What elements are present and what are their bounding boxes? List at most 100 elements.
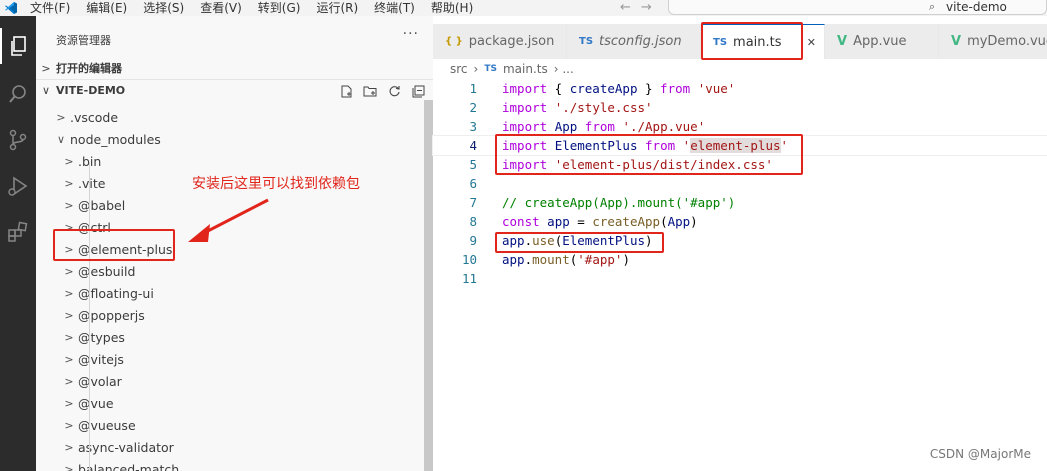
code-token: app (502, 252, 525, 267)
line-number: 1 (469, 81, 477, 96)
tree-item-label: .vite (78, 175, 106, 191)
tree-item-folder[interactable]: > @vitejs (36, 348, 424, 370)
project-actions (337, 80, 427, 102)
vue-file-icon: V (951, 34, 962, 49)
tree-item-label: @esbuild (78, 263, 136, 279)
line-number: 4 (469, 138, 477, 153)
tree-item-folder[interactable]: > .vscode (36, 106, 424, 128)
chevron-right-icon: > (56, 110, 66, 124)
tree-item-folder[interactable]: > @popperjs (36, 304, 424, 326)
tree-item-folder[interactable]: > .bin (36, 150, 424, 172)
tree-item-label: balanced-match (78, 461, 180, 471)
breadcrumb-folder[interactable]: src (450, 62, 468, 76)
menu-item[interactable]: 编辑(E) (78, 0, 135, 16)
tree-item-folder[interactable]: > @volar (36, 370, 424, 392)
tree-item-folder[interactable]: > @esbuild (36, 260, 424, 282)
annotation-box-element-plus (53, 229, 175, 261)
chevron-right-icon: > (64, 308, 74, 322)
extensions-icon[interactable] (0, 214, 36, 250)
code-token: // createApp(App).mount('#app') (502, 195, 736, 210)
menu-item[interactable]: 选择(S) (135, 0, 192, 16)
code-line: 8 const app = createApp(App) (433, 212, 1047, 231)
source-control-icon[interactable] (0, 122, 36, 158)
line-number: 3 (469, 119, 477, 134)
tree-item-label: node_modules (70, 131, 161, 147)
menu-item[interactable]: 终端(T) (366, 0, 423, 16)
tab-mydemo-vue[interactable]: V myDemo.vue (939, 24, 1047, 59)
project-section[interactable]: ∨ VITE-DEMO (36, 79, 433, 101)
line-number: 10 (461, 252, 477, 267)
code-line: 2 import './style.css' (433, 98, 1047, 117)
explorer-title: 资源管理器 (56, 34, 111, 47)
collapse-all-icon[interactable] (409, 82, 427, 100)
tree-item-label: @vitejs (78, 351, 124, 367)
vscode-logo-icon (0, 0, 22, 16)
tree-item-folder[interactable]: > @vueuse (36, 414, 424, 436)
tab-app-vue[interactable]: V App.vue (825, 24, 939, 59)
code-token: from (660, 81, 691, 96)
nav-arrows[interactable]: ←→ (620, 0, 662, 15)
more-actions-icon[interactable]: ··· (403, 26, 419, 42)
menu-items: 文件(F) 编辑(E) 选择(S) 查看(V) 转到(G) 运行(R) 终端(T) 帮助(H) (22, 0, 481, 16)
tree-item-folder[interactable]: > @types (36, 326, 424, 348)
command-center-search[interactable]: ⌕ vite-demo (668, 0, 1047, 15)
code-token: App (667, 214, 691, 229)
breadcrumb-file[interactable]: main.ts (503, 62, 548, 76)
menu-item[interactable]: 帮助(H) (423, 0, 481, 16)
search-icon[interactable] (0, 76, 36, 112)
code-token: mount (532, 252, 570, 267)
breadcrumb-tail[interactable]: › ... (554, 62, 574, 76)
close-icon[interactable]: ✕ (807, 36, 816, 49)
menu-item[interactable]: 查看(V) (192, 0, 250, 16)
chevron-down-icon: ∨ (41, 84, 51, 97)
ts-file-icon: TS (484, 64, 497, 74)
annotation-text: 安装后这里可以找到依赖包 (192, 176, 360, 192)
code-text: const app = createApp(App) (502, 214, 698, 229)
code-token: } (637, 81, 661, 96)
new-folder-icon[interactable] (361, 82, 379, 100)
annotation-box-import-lines (495, 134, 803, 175)
code-token: ) (690, 214, 698, 229)
project-label: VITE-DEMO (56, 84, 126, 97)
sidebar-scrollbar[interactable] (424, 100, 433, 471)
annotation-box-app-use (495, 232, 664, 253)
code-token: from (584, 119, 615, 134)
tree-item-folder[interactable]: > async-validator (36, 436, 424, 458)
code-token: createApp (592, 214, 661, 229)
search-icon: ⌕ (929, 0, 936, 13)
tree-item-folder[interactable]: ∨ node_modules (36, 128, 424, 150)
run-debug-icon[interactable] (0, 168, 36, 204)
breadcrumb-separator: › (473, 62, 479, 76)
breadcrumb: src › TS main.ts › ... (450, 60, 574, 78)
code-token: import (502, 119, 548, 134)
chevron-right-icon: > (64, 352, 74, 366)
tree-item-label: async-validator (78, 439, 174, 455)
tree-item-folder[interactable]: > balanced-match (36, 458, 424, 471)
refresh-icon[interactable] (385, 82, 403, 100)
open-editors-label: 打开的编辑器 (56, 62, 122, 75)
line-number: 5 (469, 157, 477, 172)
explorer-icon[interactable] (0, 28, 36, 64)
code-token: createApp (569, 81, 638, 96)
chevron-right-icon: > (64, 198, 74, 212)
menu-item[interactable]: 文件(F) (22, 0, 78, 16)
chevron-right-icon: > (64, 154, 74, 168)
vue-file-icon: V (837, 34, 848, 49)
line-number: 7 (469, 195, 477, 210)
open-editors-section[interactable]: > 打开的编辑器 (36, 57, 433, 79)
tree-item-folder[interactable]: > @floating-ui (36, 282, 424, 304)
tab-package-json[interactable]: { } package.json (433, 24, 567, 59)
tab-label: tsconfig.json (599, 34, 682, 49)
chevron-right-icon: > (64, 176, 74, 190)
tab-tsconfig-json[interactable]: TS tsconfig.json (567, 24, 701, 59)
tree-item-label: .vscode (70, 109, 119, 125)
code-text: // createApp(App).mount('#app') (502, 195, 735, 210)
tree-item-label: @vueuse (78, 417, 136, 433)
menu-item[interactable]: 运行(R) (308, 0, 366, 16)
menu-item[interactable]: 转到(G) (250, 0, 309, 16)
tree-item-folder[interactable]: > @vue (36, 392, 424, 414)
new-file-icon[interactable] (337, 82, 355, 100)
